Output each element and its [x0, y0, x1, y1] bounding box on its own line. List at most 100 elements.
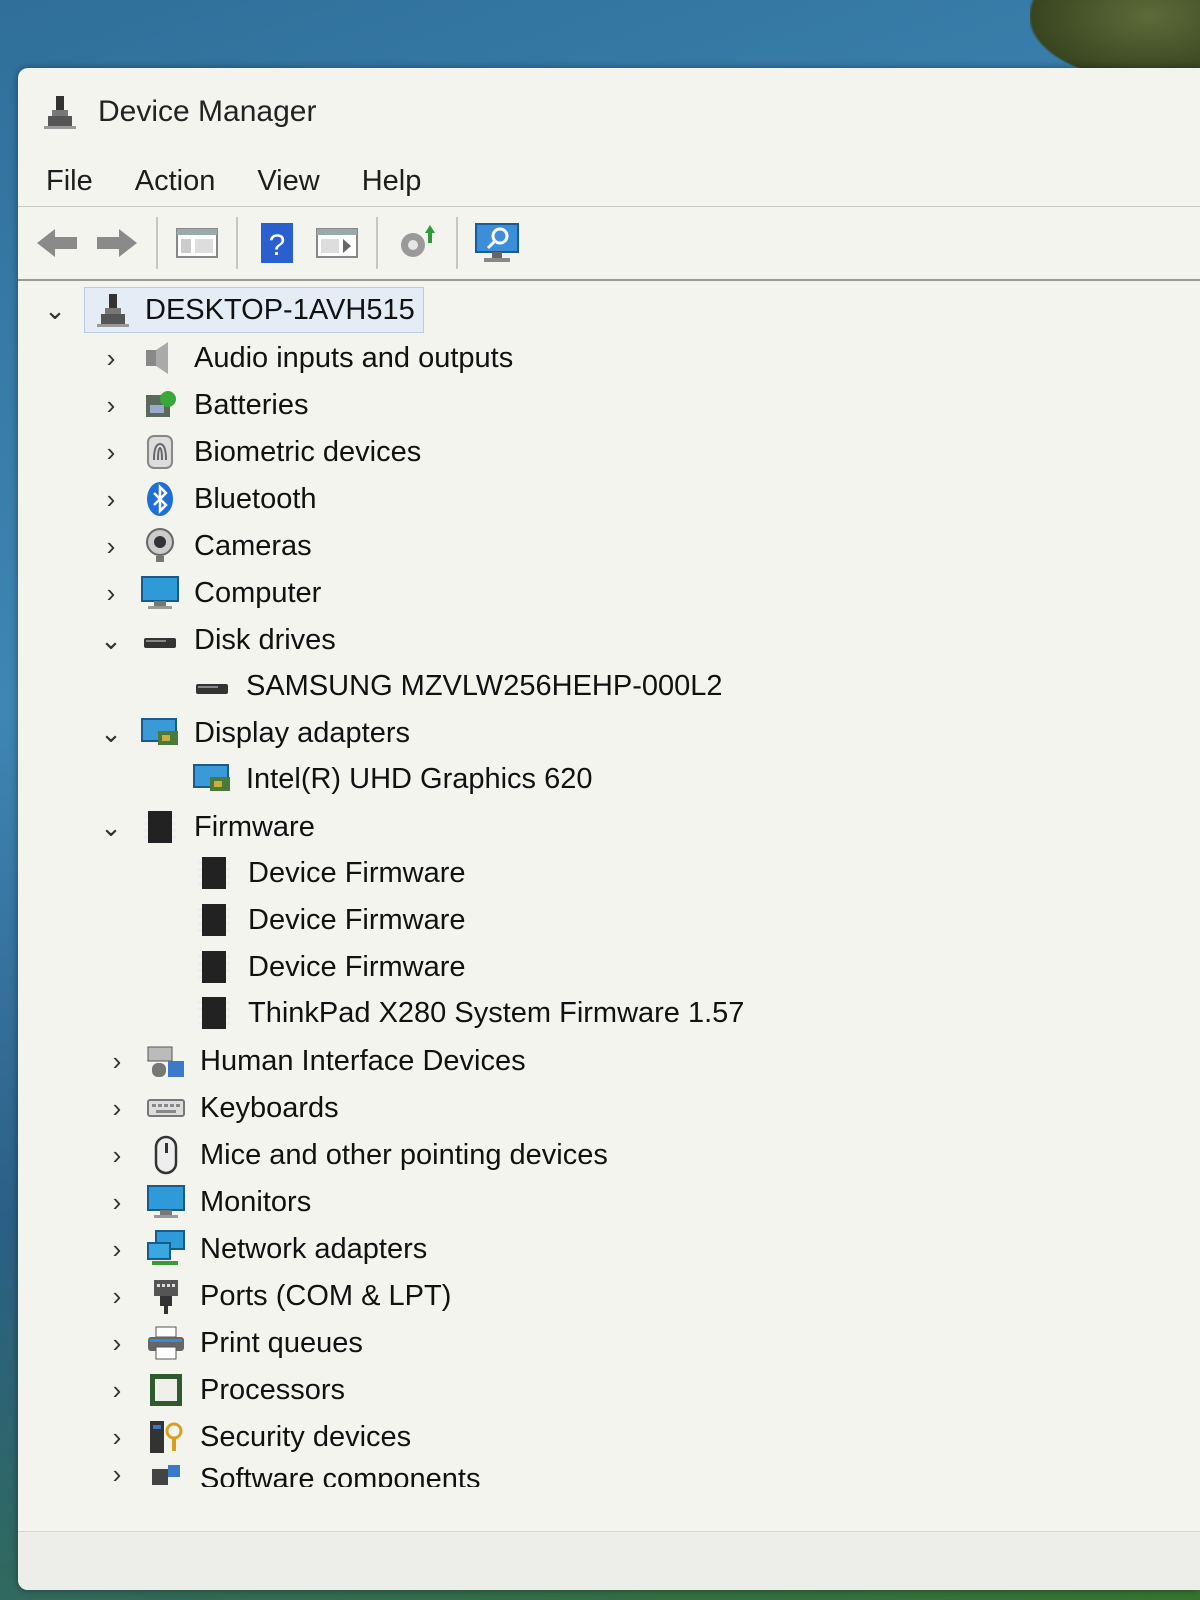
menu-bar: File Action View Help: [18, 156, 1200, 206]
chevron-right-icon[interactable]: ›: [106, 1046, 128, 1076]
chevron-right-icon[interactable]: ›: [100, 484, 122, 514]
action-pane-icon: [316, 228, 358, 258]
tree-item-cameras[interactable]: › Cameras: [100, 523, 312, 569]
root-label: DESKTOP-1AVH515: [145, 293, 415, 326]
tree-item-processors[interactable]: › Processors: [106, 1367, 345, 1413]
tree-item-print-queues[interactable]: › Print queues: [106, 1320, 363, 1366]
tree-item-display-adapters[interactable]: ⌄ Display adapters: [100, 710, 410, 756]
tree-item-network[interactable]: › Network adapters: [106, 1226, 427, 1272]
chevron-right-icon[interactable]: ›: [100, 390, 122, 420]
mouse-icon: [154, 1135, 178, 1175]
display-adapter-icon: [193, 764, 230, 791]
tree-item-label: Human Interface Devices: [200, 1044, 526, 1077]
menu-help[interactable]: Help: [362, 165, 422, 198]
menu-action[interactable]: Action: [135, 165, 216, 198]
speaker-icon: [146, 342, 168, 374]
chevron-right-icon[interactable]: ›: [100, 531, 122, 561]
tree-item-label: Computer: [194, 576, 322, 609]
tree-item-label: Processors: [200, 1373, 346, 1406]
tree-item-firmware[interactable]: ⌄ Firmware: [100, 804, 315, 850]
tree-item-label: Disk drives: [194, 623, 336, 656]
arrow-right-icon: [97, 229, 137, 257]
tree-item-audio[interactable]: › Audio inputs and outputs: [100, 335, 513, 381]
tree-item-software-components[interactable]: › Software components: [106, 1463, 481, 1487]
chevron-right-icon[interactable]: ›: [106, 1375, 128, 1405]
forward-button[interactable]: [92, 218, 142, 268]
tree-child-label: Intel(R) UHD Graphics 620: [246, 762, 593, 795]
chevron-down-icon[interactable]: ⌄: [100, 718, 122, 748]
tree-item-computer[interactable]: › Computer: [100, 570, 321, 616]
tree-child-samsung-drive[interactable]: SAMSUNG MZVLW256HEHP-000L2: [192, 663, 723, 709]
tree-item-label: Security devices: [200, 1420, 412, 1453]
chip-icon: [198, 904, 230, 936]
chevron-right-icon[interactable]: ›: [106, 1187, 128, 1217]
computer-root-icon: [97, 294, 129, 327]
tree-child-device-firmware-3[interactable]: Device Firmware: [194, 944, 466, 990]
security-icon: [150, 1421, 183, 1453]
window-title: Device Manager: [98, 95, 317, 128]
chevron-down-icon[interactable]: ⌄: [100, 812, 122, 842]
tree-item-batteries[interactable]: › Batteries: [100, 382, 309, 428]
tree-item-security[interactable]: › Security devices: [106, 1414, 411, 1460]
help-button[interactable]: ?: [252, 218, 302, 268]
tree-item-mice[interactable]: › Mice and other pointing devices: [106, 1132, 608, 1178]
toolbar-separator: [156, 217, 158, 269]
menu-file[interactable]: File: [46, 165, 93, 198]
back-button[interactable]: [32, 218, 82, 268]
chevron-right-icon[interactable]: ›: [106, 1093, 128, 1123]
tree-child-intel-graphics[interactable]: Intel(R) UHD Graphics 620: [192, 756, 593, 802]
tree-child-label: Device Firmware: [248, 903, 466, 936]
chip-icon: [198, 951, 230, 983]
tree-item-label: Keyboards: [200, 1091, 339, 1124]
arrow-left-icon: [37, 229, 77, 257]
tree-item-label: Monitors: [200, 1185, 312, 1218]
chevron-right-icon[interactable]: ›: [106, 1463, 128, 1487]
tree-child-label: Device Firmware: [248, 950, 466, 983]
status-bar: [18, 1531, 1200, 1590]
software-icon: [152, 1465, 180, 1485]
battery-icon: [146, 391, 176, 417]
tree-item-biometric[interactable]: › Biometric devices: [100, 429, 421, 475]
tree-item-label: Bluetooth: [194, 482, 317, 515]
chevron-down-icon[interactable]: ⌄: [100, 625, 122, 655]
chevron-right-icon[interactable]: ›: [100, 343, 122, 373]
tree-item-label: Display adapters: [194, 716, 410, 749]
tree-root[interactable]: ⌄ DESKTOP-1AVH515: [44, 287, 424, 333]
chevron-right-icon[interactable]: ›: [106, 1328, 128, 1358]
chevron-right-icon[interactable]: ›: [106, 1281, 128, 1311]
tree-child-device-firmware-2[interactable]: Device Firmware: [194, 897, 466, 943]
chevron-right-icon[interactable]: ›: [106, 1234, 128, 1264]
tree-item-hid[interactable]: › Human Interface Devices: [106, 1038, 526, 1084]
tree-child-label: ThinkPad X280 System Firmware 1.57: [248, 996, 745, 1029]
chevron-right-icon[interactable]: ›: [106, 1140, 128, 1170]
computer-icon: [141, 576, 179, 609]
tree-child-thinkpad-firmware[interactable]: ThinkPad X280 System Firmware 1.57: [194, 990, 744, 1036]
show-action-pane-button[interactable]: [312, 218, 362, 268]
disk-drive-icon: [196, 684, 228, 694]
chip-icon: [198, 857, 230, 889]
tree-item-ports[interactable]: › Ports (COM & LPT): [106, 1273, 451, 1319]
menu-view[interactable]: View: [257, 165, 319, 198]
tree-item-bluetooth[interactable]: › Bluetooth: [100, 476, 317, 522]
show-hide-console-tree-button[interactable]: [172, 218, 222, 268]
tree-item-monitors[interactable]: › Monitors: [106, 1179, 311, 1225]
toolbar-separator: [376, 217, 378, 269]
tree-item-label: Print queues: [200, 1326, 363, 1359]
tree-item-label: Audio inputs and outputs: [194, 341, 514, 374]
chevron-right-icon[interactable]: ›: [106, 1422, 128, 1452]
chevron-right-icon[interactable]: ›: [100, 437, 122, 467]
tree-item-label: Mice and other pointing devices: [200, 1138, 608, 1171]
toolbar-separator: [236, 217, 238, 269]
tree-item-keyboards[interactable]: › Keyboards: [106, 1085, 339, 1131]
chevron-down-icon[interactable]: ⌄: [44, 295, 66, 325]
hid-icon: [147, 1046, 184, 1077]
update-driver-button[interactable]: [392, 218, 442, 268]
bluetooth-icon: [147, 482, 173, 516]
monitor-icon: [147, 1185, 185, 1218]
tree-item-disk-drives[interactable]: ⌄ Disk drives: [100, 617, 336, 663]
help-icon: ?: [261, 223, 293, 263]
chevron-right-icon[interactable]: ›: [100, 578, 122, 608]
disk-drive-icon: [144, 638, 176, 648]
tree-child-device-firmware-1[interactable]: Device Firmware: [194, 850, 466, 896]
scan-hardware-button[interactable]: [472, 218, 522, 268]
